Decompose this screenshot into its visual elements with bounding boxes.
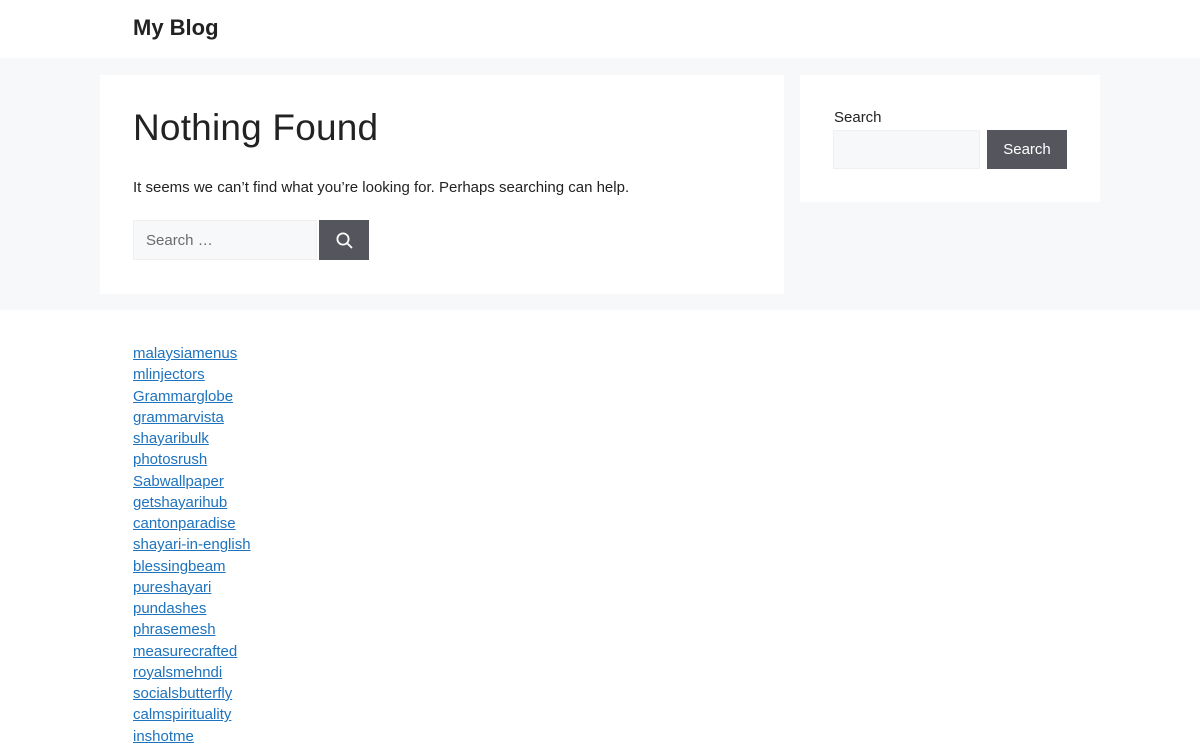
list-item: socialsbutterfly [133, 683, 251, 704]
footer-link[interactable]: calmspirituality [133, 706, 231, 723]
search-form [133, 220, 369, 260]
footer-link[interactable]: cantonparadise [133, 515, 236, 532]
list-item: shayaribulk [133, 428, 251, 449]
footer-links-list: malaysiamenus mlinjectors Grammarglobe gram… [133, 343, 251, 747]
list-item: measurecrafted [133, 641, 251, 662]
footer-link[interactable]: grammarvista [133, 409, 224, 426]
footer-link[interactable]: Sabwallpaper [133, 473, 224, 490]
site-title-link[interactable]: My Blog [133, 15, 219, 41]
list-item: grammarvista [133, 407, 251, 428]
footer-link[interactable]: pundashes [133, 600, 206, 617]
footer-link[interactable]: inshotme [133, 728, 194, 745]
footer-link[interactable]: measurecrafted [133, 643, 237, 660]
search-icon [336, 232, 352, 248]
list-item: inshotme [133, 726, 251, 747]
footer-link[interactable]: mlinjectors [133, 366, 205, 383]
content-area: Nothing Found It seems we can’t find wha… [0, 58, 1200, 310]
list-item: photosrush [133, 449, 251, 470]
footer-link[interactable]: shayari-in-english [133, 536, 251, 553]
main-content-card: Nothing Found It seems we can’t find wha… [100, 75, 784, 294]
list-item: shayari-in-english [133, 534, 251, 555]
list-item: cantonparadise [133, 513, 251, 534]
list-item: phrasemesh [133, 619, 251, 640]
footer-link[interactable]: shayaribulk [133, 430, 209, 447]
site-header: My Blog [0, 0, 1200, 58]
list-item: mlinjectors [133, 364, 251, 385]
search-submit-button[interactable] [319, 220, 369, 260]
sidebar-search-widget: Search Search [800, 75, 1100, 202]
search-input[interactable] [133, 220, 317, 260]
sidebar-search-label: Search [834, 109, 882, 126]
footer-link[interactable]: getshayarihub [133, 494, 227, 511]
sidebar-search-button[interactable]: Search [987, 130, 1067, 169]
page-title: Nothing Found [133, 107, 379, 148]
list-item: blessingbeam [133, 556, 251, 577]
list-item: Grammarglobe [133, 386, 251, 407]
list-item: pundashes [133, 598, 251, 619]
footer-link[interactable]: royalsmehndi [133, 664, 222, 681]
footer-link[interactable]: phrasemesh [133, 621, 216, 638]
list-item: pureshayari [133, 577, 251, 598]
list-item: getshayarihub [133, 492, 251, 513]
list-item: Sabwallpaper [133, 471, 251, 492]
footer-link[interactable]: malaysiamenus [133, 345, 237, 362]
footer-link[interactable]: blessingbeam [133, 558, 226, 575]
not-found-message: It seems we can’t find what you’re looki… [133, 179, 630, 196]
footer-link[interactable]: Grammarglobe [133, 388, 233, 405]
list-item: malaysiamenus [133, 343, 251, 364]
footer-link[interactable]: socialsbutterfly [133, 685, 232, 702]
list-item: royalsmehndi [133, 662, 251, 683]
list-item: calmspirituality [133, 704, 251, 725]
sidebar-search-input[interactable] [833, 130, 980, 169]
footer-link[interactable]: photosrush [133, 451, 207, 468]
footer-link[interactable]: pureshayari [133, 579, 211, 596]
